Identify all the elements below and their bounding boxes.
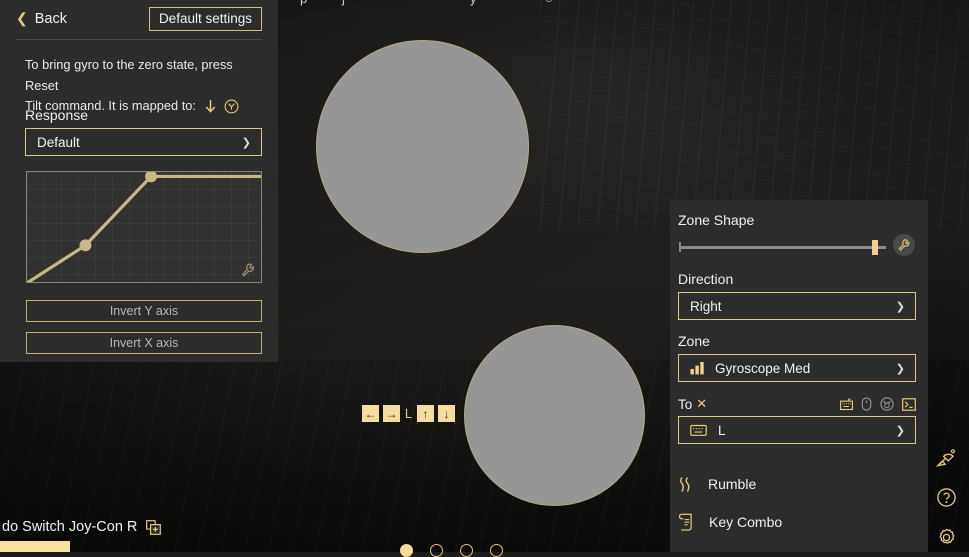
panel-header: ❮ Back Default settings: [0, 0, 278, 32]
gear-icon[interactable]: [934, 525, 958, 549]
gamepad-circle-icon[interactable]: [880, 397, 894, 411]
direction-select-value: Right: [690, 298, 722, 314]
chevron-down-icon: ❯: [895, 300, 905, 313]
page-indicator-dots: [400, 544, 503, 557]
rumble-label: Rumble: [708, 476, 757, 492]
deadzone-circle-inner[interactable]: [464, 325, 645, 506]
response-select[interactable]: Default ❯: [25, 128, 262, 156]
device-name-row: do Switch Joy-Con R: [0, 519, 162, 535]
gyro-settings-panel: ❮ Back Default settings To bring gyro to…: [0, 0, 278, 362]
to-binding-value: L: [718, 422, 726, 438]
to-label: To: [678, 396, 693, 412]
invert-y-axis-label: Invert Y axis: [109, 304, 179, 318]
top-glyph-2: p: [300, 0, 307, 6]
top-glyph-6: ○: [545, 0, 553, 6]
to-binding-select[interactable]: L ❯: [678, 416, 916, 444]
zone-label: Zone: [678, 333, 710, 349]
wrench-icon[interactable]: [240, 262, 256, 278]
curve-node-1[interactable]: [79, 239, 92, 252]
binding-settings-panel: Zone Shape Direction Right ❯ Zone Gyrosc…: [670, 200, 928, 552]
y-button-icon: [224, 99, 238, 114]
mouse-icon[interactable]: [861, 397, 872, 411]
scroll-list-icon: [678, 513, 692, 531]
page-dot-4[interactable]: [490, 544, 503, 557]
stick-label: L: [404, 406, 413, 421]
arrow-down-key[interactable]: ↓: [438, 405, 455, 422]
back-button[interactable]: ❮ Back: [16, 10, 67, 27]
curve-node-2[interactable]: [145, 172, 157, 183]
top-glyph-4: —: [420, 0, 433, 6]
key-combo-row[interactable]: Key Combo: [678, 509, 916, 535]
bottom-accent-bar: [0, 541, 70, 552]
page-dot-3[interactable]: [460, 544, 473, 557]
zone-select-value: Gyroscope Med: [715, 360, 811, 376]
satellite-dish-icon[interactable]: [934, 445, 958, 469]
utility-icon-rail: [931, 445, 961, 549]
close-x-icon[interactable]: ✕: [696, 396, 707, 412]
arrow-left-key[interactable]: ←: [362, 405, 379, 422]
slider-thumb[interactable]: [872, 240, 878, 255]
gyro-hint-mapping-icons: [204, 99, 239, 114]
curve-control-points[interactable]: [27, 172, 261, 283]
top-glyph-3: j: [342, 0, 345, 6]
direction-select[interactable]: Right ❯: [678, 292, 916, 320]
arrow-up-key[interactable]: ↑: [417, 405, 434, 422]
invert-y-axis-button[interactable]: Invert Y axis: [26, 300, 262, 322]
header-divider: [16, 39, 262, 40]
page-dot-2[interactable]: [430, 544, 443, 557]
add-profile-icon[interactable]: [146, 519, 162, 535]
gyro-hint-line1: To bring gyro to the zero state, press R…: [25, 57, 233, 93]
top-glyph-5: y: [470, 0, 477, 6]
arrow-down-icon: [205, 100, 215, 114]
response-label: Response: [25, 107, 89, 123]
zone-select[interactable]: Gyroscope Med ❯: [678, 354, 916, 382]
help-icon[interactable]: [934, 485, 958, 509]
rumble-wave-icon: [680, 476, 690, 492]
zone-shape-slider[interactable]: [679, 240, 886, 255]
rumble-row[interactable]: Rumble: [678, 471, 916, 497]
slider-track: [679, 246, 886, 249]
chevron-left-icon: ❮: [16, 10, 28, 26]
keyboard-icon[interactable]: [840, 398, 853, 411]
zone-shape-wrench-button[interactable]: [893, 234, 915, 256]
deadzone-circle-outer[interactable]: [316, 40, 529, 253]
invert-x-axis-button[interactable]: Invert X axis: [26, 332, 262, 354]
to-row: To ✕: [678, 395, 916, 413]
wrench-icon: [898, 239, 910, 251]
response-select-value: Default: [37, 134, 80, 150]
keyboard-icon: [690, 424, 707, 436]
bar-chart-icon: [690, 362, 704, 375]
arrow-right-key[interactable]: →: [383, 405, 400, 422]
back-button-label: Back: [34, 10, 67, 27]
console-terminal-icon[interactable]: [902, 397, 916, 411]
chevron-down-icon: ❯: [241, 136, 251, 149]
key-combo-label: Key Combo: [709, 514, 783, 530]
device-name-label: do Switch Joy-Con R: [2, 519, 138, 535]
default-settings-button[interactable]: Default settings: [148, 6, 262, 32]
page-dot-1[interactable]: [400, 544, 413, 557]
chevron-down-icon: ❯: [895, 424, 905, 437]
device-type-icons: [840, 397, 916, 411]
chevron-down-icon: ❯: [895, 362, 905, 375]
response-curve-editor[interactable]: [26, 171, 262, 283]
invert-x-axis-label: Invert X axis: [109, 336, 179, 350]
direction-label: Direction: [678, 271, 734, 287]
stick-direction-pad: ← → L ↑ ↓: [362, 405, 455, 422]
zone-shape-label: Zone Shape: [678, 212, 755, 228]
